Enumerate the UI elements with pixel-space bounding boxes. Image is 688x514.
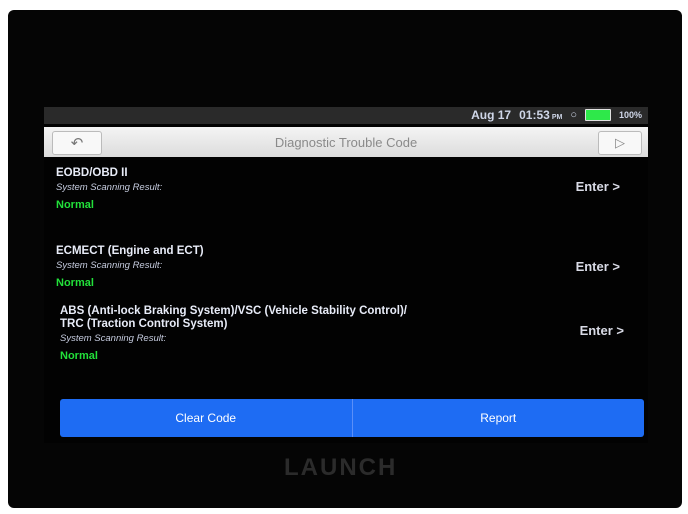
list-item-eobd[interactable]: EOBD/OBD II System Scanning Result: Norm… [56, 167, 648, 211]
status-time: 01:53 [519, 108, 550, 122]
battery-icon [584, 109, 611, 121]
exit-icon: ▷ [615, 135, 625, 150]
system-name-line1: ABS (Anti-lock Braking System)/VSC (Vehi… [60, 305, 407, 317]
system-name: EOBD/OBD II [56, 167, 128, 179]
enter-button[interactable]: Enter > [576, 179, 620, 194]
wifi-icon: ○ [570, 109, 577, 121]
enter-button[interactable]: Enter > [576, 259, 620, 274]
brand-logo: LAUNCH [284, 454, 398, 481]
system-result-label: System Scanning Result: [56, 182, 163, 193]
list-item-ecmect[interactable]: ECMECT (Engine and ECT) System Scanning … [56, 245, 648, 289]
report-button[interactable]: Report [353, 399, 645, 437]
action-bar: Clear Code Report [60, 399, 644, 437]
list-item-abs[interactable]: ABS (Anti-lock Braking System)/VSC (Vehi… [60, 305, 648, 362]
enter-button[interactable]: Enter > [580, 323, 624, 338]
system-result-label: System Scanning Result: [56, 260, 163, 271]
status-date: Aug 17 [471, 108, 512, 122]
clear-code-button[interactable]: Clear Code [60, 399, 352, 437]
status-bar: Aug 17 01:53 PM ○ 100% [44, 107, 648, 124]
page-title: Diagnostic Trouble Code [274, 134, 418, 150]
back-button[interactable]: ↶ [52, 131, 102, 155]
system-name-line2: TRC (Traction Control System) [60, 318, 228, 330]
screen: Aug 17 01:53 PM ○ 100% ↶ Diagnostic Troub… [44, 107, 648, 443]
exit-button[interactable]: ▷ [598, 131, 642, 155]
system-status: Normal [56, 277, 94, 289]
system-status: Normal [60, 350, 98, 362]
system-result-label: System Scanning Result: [60, 333, 167, 344]
battery-percent: 100% [618, 110, 642, 120]
title-bar: ↶ Diagnostic Trouble Code ▷ [44, 127, 648, 157]
system-status: Normal [56, 199, 94, 211]
status-ampm: PM [551, 114, 563, 121]
back-arrow-icon: ↶ [70, 135, 84, 152]
system-name: ECMECT (Engine and ECT) [56, 245, 204, 257]
